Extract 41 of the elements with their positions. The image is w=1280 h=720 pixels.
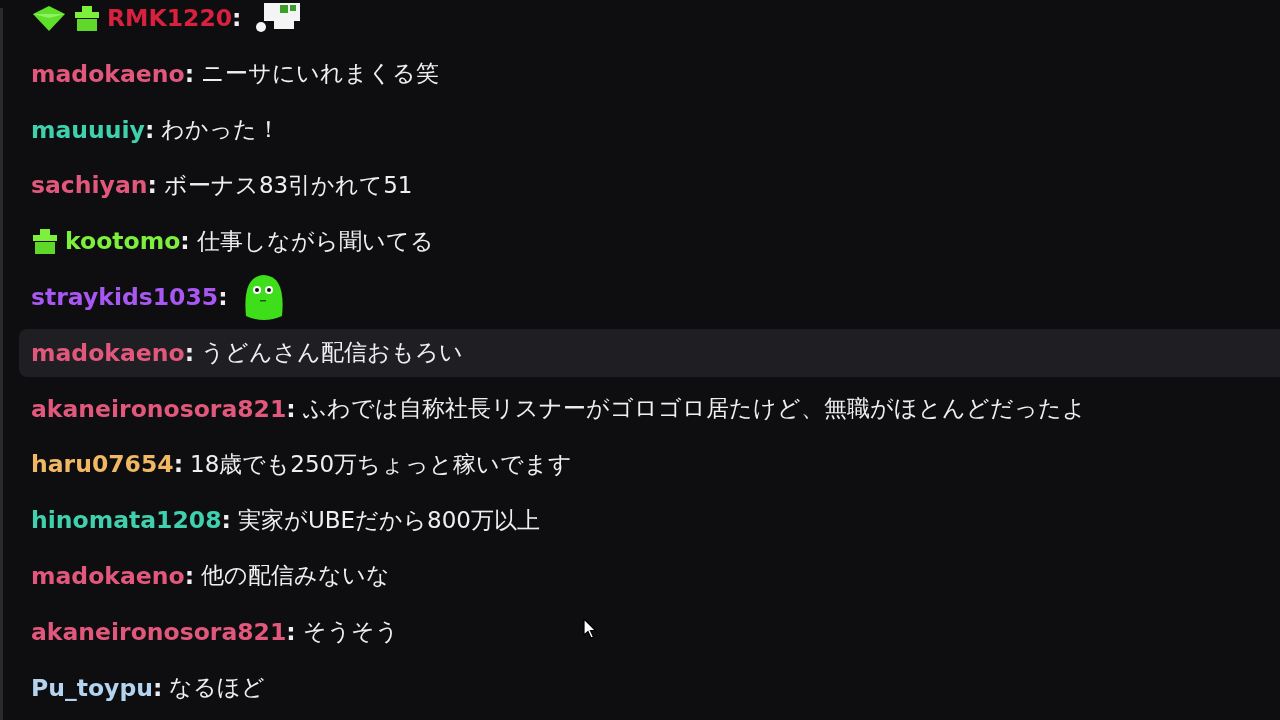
username[interactable]: madokaeno [31, 338, 185, 367]
colon-separator: : [173, 450, 184, 479]
colon-separator: : [232, 4, 242, 32]
username[interactable]: haru07654 [31, 450, 174, 479]
message-text: うどんさん配信おもろい [201, 338, 464, 368]
message-text: そうそう [302, 617, 399, 647]
message-text: ニーサにいれまくる笑 [201, 59, 440, 89]
cursor-icon [583, 618, 597, 640]
colon-separator: : [184, 59, 195, 88]
colon-separator: : [184, 338, 195, 367]
username[interactable]: madokaeno [31, 561, 185, 590]
colon-separator: : [147, 171, 157, 200]
colon-separator: : [221, 506, 231, 535]
message-text: 18歳でも250万ちょっと稼いでます [190, 449, 573, 479]
username[interactable]: kootomo [65, 227, 181, 256]
username[interactable]: mauuuiy [31, 115, 145, 144]
username[interactable]: akaneironosora821 [31, 394, 287, 423]
colon-separator: : [218, 283, 228, 311]
gift-icon [31, 227, 59, 256]
message-text: わかった！ [161, 115, 281, 145]
message-text: 他の配信みないな [201, 561, 391, 591]
username[interactable]: Pu_toypu [31, 673, 153, 702]
gift-icon [73, 4, 101, 32]
username[interactable]: madokaeno [31, 59, 185, 88]
username[interactable]: sachiyan [31, 171, 148, 200]
colon-separator: : [286, 617, 296, 646]
username[interactable]: RMK1220 [107, 4, 233, 32]
colon-separator: : [286, 394, 296, 423]
colon-separator: : [184, 561, 195, 590]
message-text: ボーナス83引かれて51 [163, 170, 413, 200]
username[interactable]: hinomata1208 [31, 506, 222, 535]
username[interactable]: akaneironosora821 [31, 617, 287, 646]
message-text: 仕事しながら聞いてる [196, 226, 434, 256]
message-text: 実家がUBEだから800万以上 [237, 505, 540, 535]
gem-icon [31, 4, 67, 32]
username[interactable]: straykids1035 [31, 283, 219, 311]
colon-separator: : [152, 673, 163, 702]
colon-separator: : [180, 227, 190, 256]
colon-separator: : [144, 115, 155, 144]
message-text: なるほど [169, 673, 266, 703]
message-text: ふわでは自称社長リスナーがゴロゴロ居たけど、無職がほとんどだったよ [302, 394, 1086, 424]
